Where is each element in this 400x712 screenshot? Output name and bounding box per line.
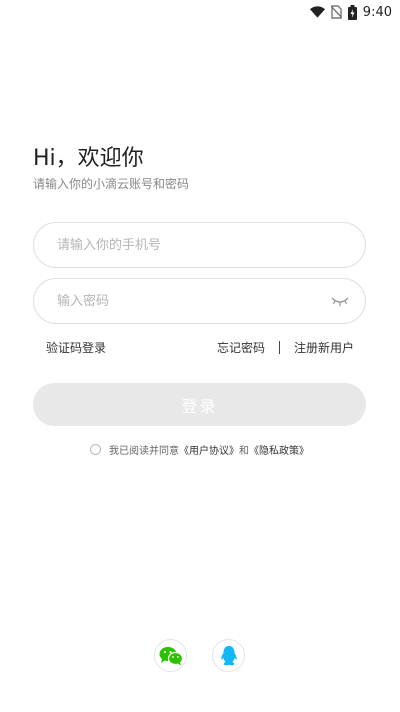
wifi-icon (309, 6, 325, 18)
auth-links: 验证码登录 忘记密码 注册新用户 (46, 339, 354, 357)
privacy-policy-link[interactable]: 《隐私政策》 (249, 442, 309, 457)
phone-field[interactable] (33, 222, 366, 268)
page-title: Hi，欢迎你 (33, 146, 144, 171)
password-field[interactable] (33, 278, 366, 324)
register-link[interactable]: 注册新用户 (294, 339, 354, 356)
link-divider (278, 341, 280, 354)
wechat-login-button[interactable] (154, 639, 187, 672)
status-time: 9:40 (362, 4, 392, 20)
account-links: 忘记密码 注册新用户 (217, 339, 354, 356)
qq-icon (220, 645, 237, 665)
agreement-prefix: 我已阅读并同意 (109, 446, 179, 457)
forgot-password-link[interactable]: 忘记密码 (217, 339, 265, 356)
battery-icon (347, 4, 357, 20)
status-bar: 9:40 (0, 0, 400, 24)
login-button[interactable]: 登录 (33, 383, 366, 426)
qq-login-button[interactable] (212, 639, 245, 672)
agreement-checkbox[interactable] (90, 444, 101, 455)
no-sim-icon (330, 5, 342, 19)
agreement-and: 和 (239, 446, 249, 457)
phone-input[interactable] (55, 236, 349, 254)
page-subtitle: 请输入你的小滴云账号和密码 (33, 177, 190, 191)
user-agreement-link[interactable]: 《用户协议》 (179, 442, 239, 457)
password-input[interactable] (55, 292, 331, 310)
eye-closed-icon[interactable] (331, 295, 349, 307)
wechat-icon (159, 646, 183, 665)
sms-login-link[interactable]: 验证码登录 (46, 339, 106, 356)
agreement-row: 我已阅读并同意 《用户协议》 和 《隐私政策》 (90, 442, 309, 457)
status-icons: 9:40 (309, 2, 392, 22)
